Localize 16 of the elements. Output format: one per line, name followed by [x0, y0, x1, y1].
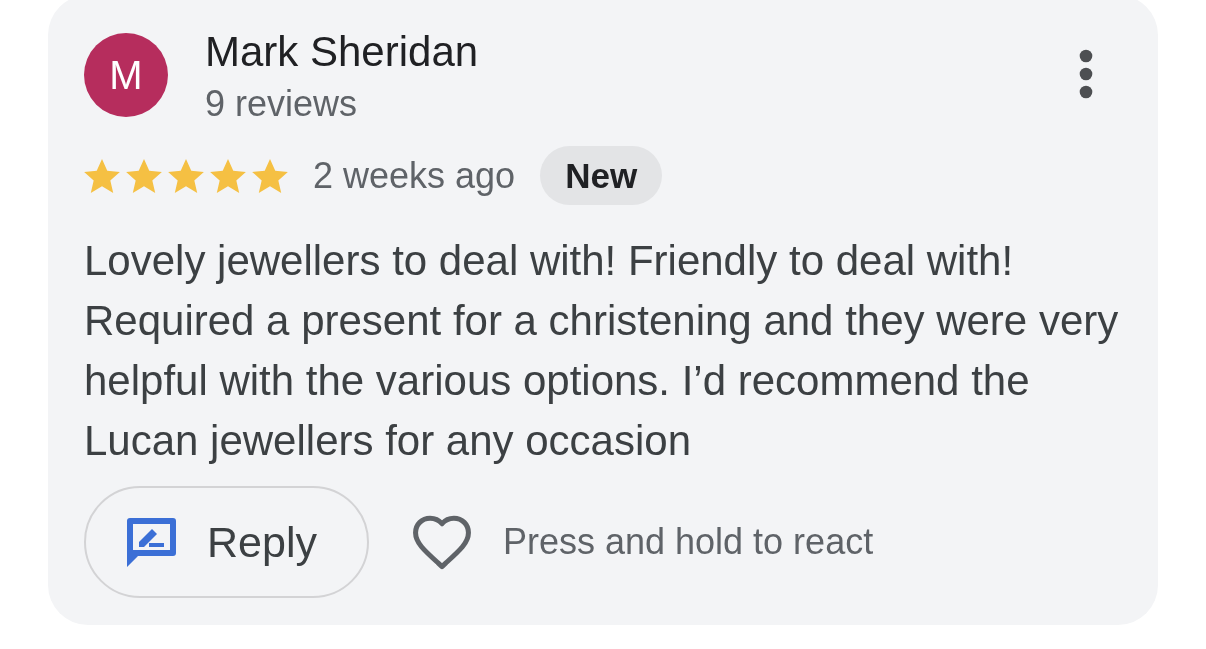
star-filled-icon: [126, 158, 162, 193]
review-text: Lovely jewellers to deal with! Friendly to deal with! Required a present for a christening and they were very helpful with the various options. I’d recommend the Lucan jewellers for any occasion: [84, 236, 1120, 466]
review-count: 9 reviews: [205, 82, 358, 126]
star-filled-icon: [84, 158, 120, 193]
reply-button[interactable]: Reply: [84, 486, 369, 598]
new-badge: New: [540, 146, 663, 205]
more-options-icon[interactable]: [1079, 49, 1093, 99]
pencil-speech-bubble-icon: [126, 517, 177, 567]
star-filled-icon: [168, 158, 204, 193]
review-time: 2 weeks ago: [313, 153, 516, 198]
heart-outline-icon[interactable]: [411, 514, 472, 570]
star-filled-icon: [252, 158, 288, 193]
react-hint: Press and hold to react: [502, 520, 874, 564]
avatar: M: [84, 33, 168, 117]
star-filled-icon: [210, 158, 246, 193]
reviewer-name: Mark Sheridan: [205, 27, 479, 77]
